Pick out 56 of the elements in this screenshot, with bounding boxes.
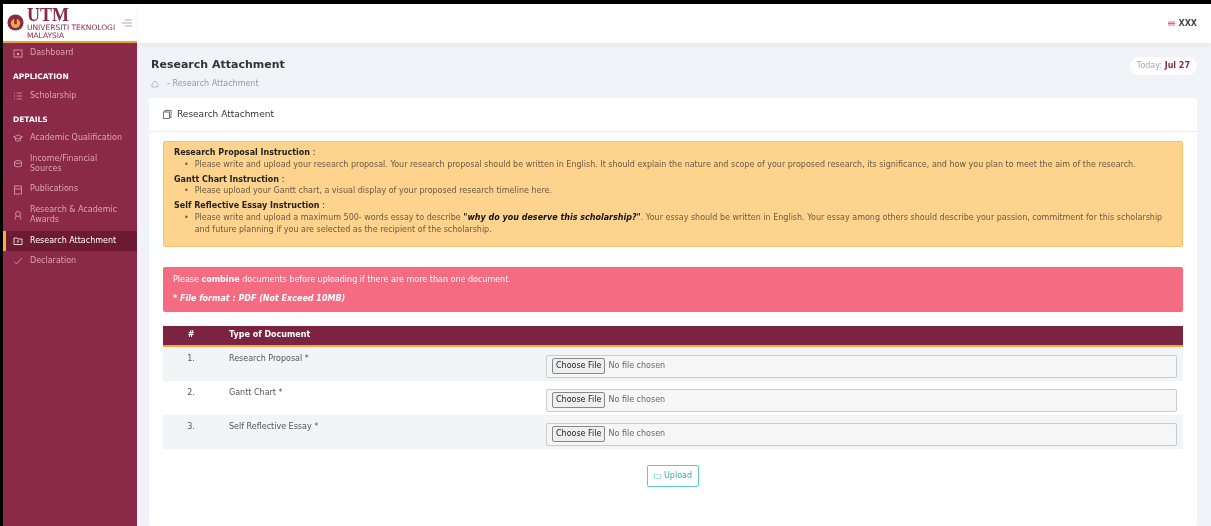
file-input[interactable]: Choose File No file chosen [546,354,1177,378]
sidebar-item[interactable]: Research & Academic Awards [3,199,137,231]
sidebar-item[interactable]: Declaration [3,251,137,272]
logo-emblem-icon [7,14,24,31]
table-cell-text: 2. [186,386,196,399]
file-status: No file chosen [608,394,666,407]
file-status: No file chosen [608,428,666,441]
instruction-text: Please write and upload your research proposal. Your research proposal should be written in English. It should explain the nature and scope of your proposed research, its significance, and how you plan to meet the aim of the research. [194,158,1136,171]
instruction-heading: Self Reflective Essay Instruction : [174,201,326,211]
bullet-marker: • [184,158,189,171]
column-header: Type of Document [228,329,312,342]
page-title: Research Attachment [151,57,285,73]
list-icon [13,90,23,101]
graduation-cap-icon [13,133,23,144]
file-input[interactable]: Choose File No file chosen [546,388,1177,412]
instruction-text: Please write and upload a maximum 500- words essay to describe "why do you deserve this scholarship?". Your essay should be written in English. Your essay among others should describe your passion, commitment for this scholarship and future planning if you are selected as the recipient of the scholarship. [194,211,1164,236]
book-icon [13,184,23,195]
table-cell-text: Gantt Chart * [228,386,284,399]
file-input[interactable]: Choose File No file chosen [546,422,1177,446]
home-icon[interactable] [151,79,159,88]
folder-icon [654,472,661,479]
calendar-icon [13,48,23,59]
bullet-marker: • [184,211,189,224]
column-header: # [186,329,196,342]
logo-text: UTM [27,5,70,24]
sidebar-item[interactable]: Research Attachment [3,230,137,251]
sidebar-item[interactable]: Scholarship [3,85,137,107]
choose-file-button[interactable]: Choose File [552,392,606,409]
card-title: Research Attachment [177,107,274,121]
sidebar-item[interactable]: Academic Qualification [3,128,137,149]
menu-icon[interactable] [122,18,132,27]
instruction-heading: Gantt Chart Instruction : [174,174,286,185]
bullet-marker: • [184,185,189,198]
table-cell-text: 1. [186,352,196,365]
check-icon [13,256,23,267]
sidebar-item[interactable]: Publications [3,179,137,200]
user-name[interactable]: XXX [1178,17,1197,30]
sidebar-item[interactable]: Dashboard [3,43,137,64]
flag-icon [1168,21,1176,26]
instruction-heading: Research Proposal Instruction : [174,148,317,158]
today-badge: Today: Jul 27 [1129,57,1197,75]
instruction-text: Please upload your Gantt chart, a visual display of your proposed research timeline here. [194,185,552,198]
notice-text: Please combine documents before uploading if there are more than one document. [173,273,512,286]
choose-file-button[interactable]: Choose File [552,426,606,443]
award-icon [13,210,23,221]
coins-icon [13,159,23,170]
table-cell-text: 3. [186,420,196,433]
documents-icon [163,109,172,119]
file-status: No file chosen [608,360,666,373]
folder-icon [13,235,23,246]
table-cell-text: Research Proposal * [228,352,310,365]
sidebar-item[interactable]: Income/Financial Sources [3,148,137,180]
table-cell-text: Self Reflective Essay * [228,420,320,433]
choose-file-button[interactable]: Choose File [552,358,606,375]
breadcrumb-item: - Research Attachment [167,77,259,90]
file-format-note: * File format : PDF (Not Exceed 10MB) [173,292,347,305]
